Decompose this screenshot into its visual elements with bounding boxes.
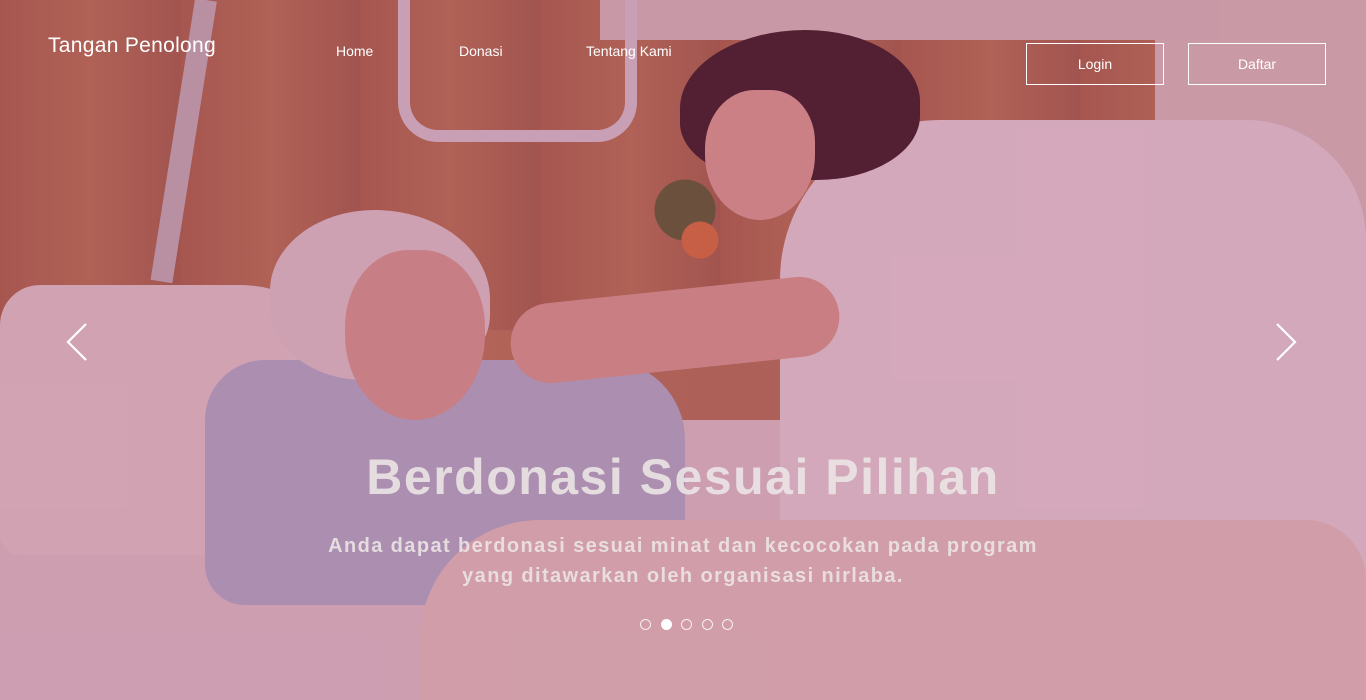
- register-button[interactable]: Daftar: [1188, 43, 1326, 85]
- nav-donasi[interactable]: Donasi: [459, 43, 503, 59]
- hero-background-image: [0, 0, 1366, 700]
- carousel-prev-button[interactable]: [57, 322, 97, 362]
- nav-tentang-kami[interactable]: Tentang Kami: [586, 43, 672, 59]
- chevron-right-icon: [1276, 323, 1297, 361]
- carousel-indicator-3[interactable]: [681, 619, 692, 630]
- carousel-description-line1: Anda dapat berdonasi sesuai minat dan ke…: [328, 535, 1038, 557]
- carousel-indicator-5[interactable]: [722, 619, 733, 630]
- carousel-next-button[interactable]: [1266, 322, 1306, 362]
- chevron-left-icon: [66, 323, 87, 361]
- carousel-description: Anda dapat berdonasi sesuai minat dan ke…: [0, 531, 1366, 591]
- carousel-description-line2: yang ditawarkan oleh organisasi nirlaba.: [462, 565, 904, 587]
- nav-home[interactable]: Home: [336, 43, 373, 59]
- color-overlay: [0, 0, 1366, 700]
- carousel-title: Berdonasi Sesuai Pilihan: [366, 449, 1000, 505]
- login-button[interactable]: Login: [1026, 43, 1164, 85]
- brand-logo[interactable]: Tangan Penolong: [48, 34, 216, 58]
- carousel-indicator-2[interactable]: [660, 619, 672, 630]
- carousel-indicator-1[interactable]: [640, 619, 651, 630]
- carousel-indicator-4[interactable]: [701, 619, 713, 630]
